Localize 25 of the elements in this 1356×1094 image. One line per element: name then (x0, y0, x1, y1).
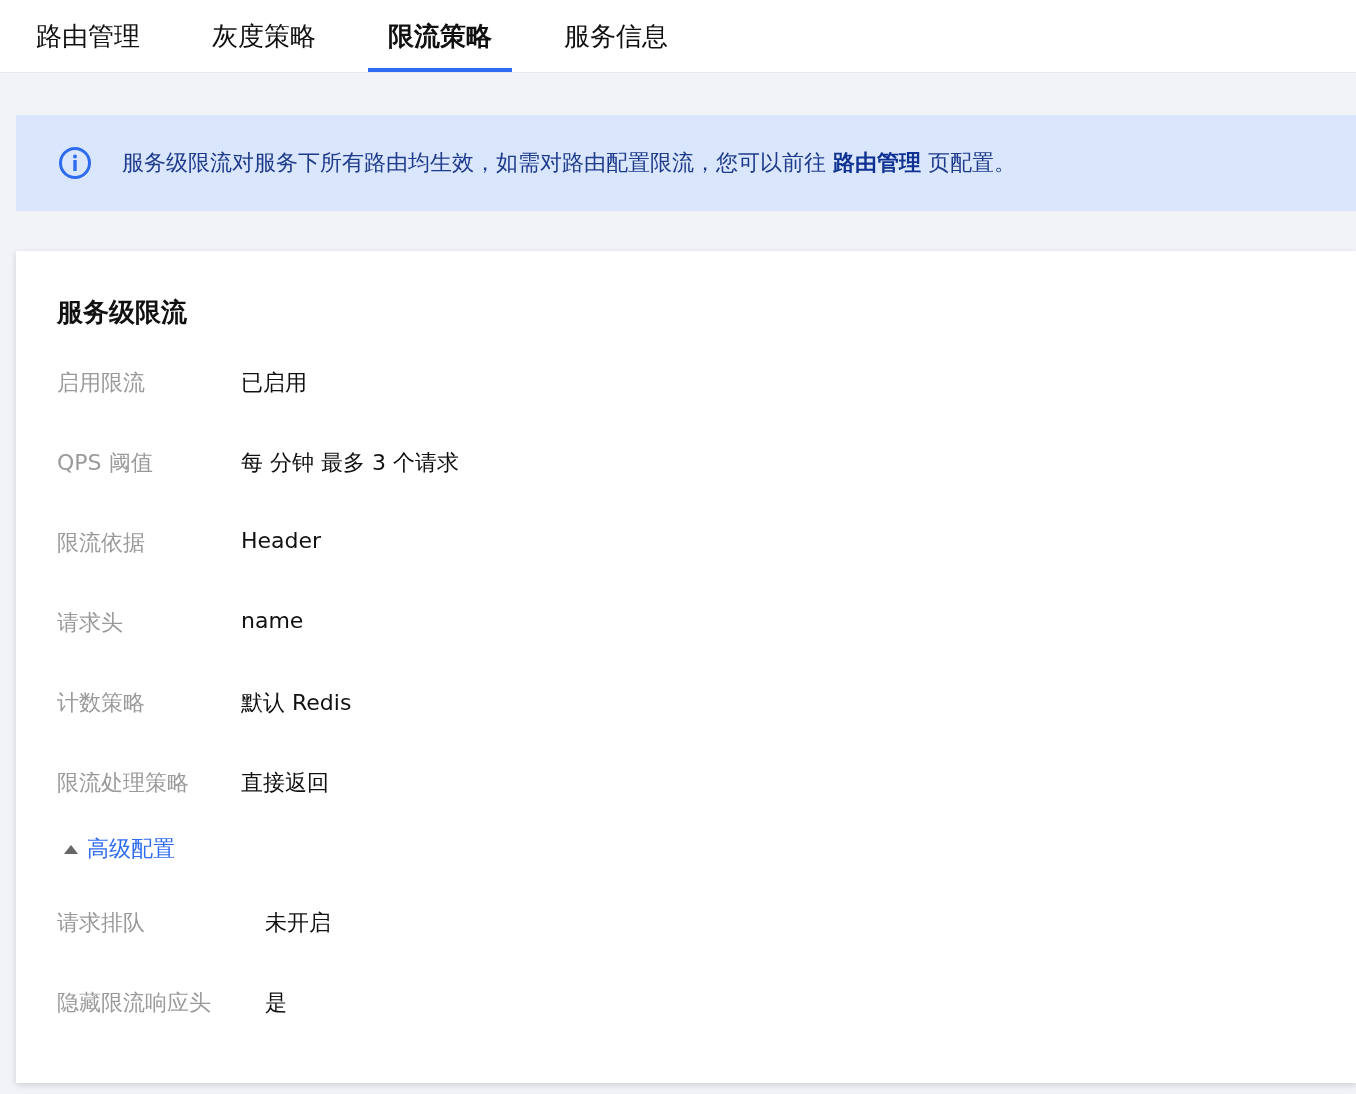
section-title: 服务级限流 (57, 296, 188, 329)
field-value: 直接返回 (241, 769, 329, 797)
field-value: 是 (265, 989, 287, 1017)
field-label: 限流处理策略 (57, 769, 190, 797)
tab[interactable]: 路由管理 (16, 0, 160, 72)
field-value: Header (241, 528, 322, 553)
advanced-settings-toggle[interactable]: 高级配置 (57, 834, 175, 864)
field-label: QPS 阈值 (57, 449, 154, 477)
field-label: 请求头 (57, 609, 124, 637)
field-value: name (241, 608, 304, 633)
route-management-link[interactable]: 路由管理 (833, 150, 921, 175)
field-value: 未开启 (265, 909, 331, 937)
field-label: 隐藏限流响应头 (57, 989, 212, 1017)
field-value: 默认 Redis (241, 689, 352, 717)
field-label: 启用限流 (57, 369, 146, 397)
field-value: 每 分钟 最多 3 个请求 (241, 449, 459, 477)
field-label: 请求排队 (57, 909, 146, 937)
info-message: 服务级限流对服务下所有路由均生效，如需对路由配置限流，您可以前往 路由管理 页配置。 (122, 149, 1016, 177)
tab[interactable]: 灰度策略 (192, 0, 336, 72)
field-value: 已启用 (241, 369, 307, 397)
field-label: 计数策略 (57, 689, 146, 717)
tab[interactable]: 服务信息 (544, 0, 688, 72)
field-label: 限流依据 (57, 529, 146, 557)
tab[interactable]: 限流策略 (368, 0, 512, 72)
info-icon (58, 146, 92, 180)
